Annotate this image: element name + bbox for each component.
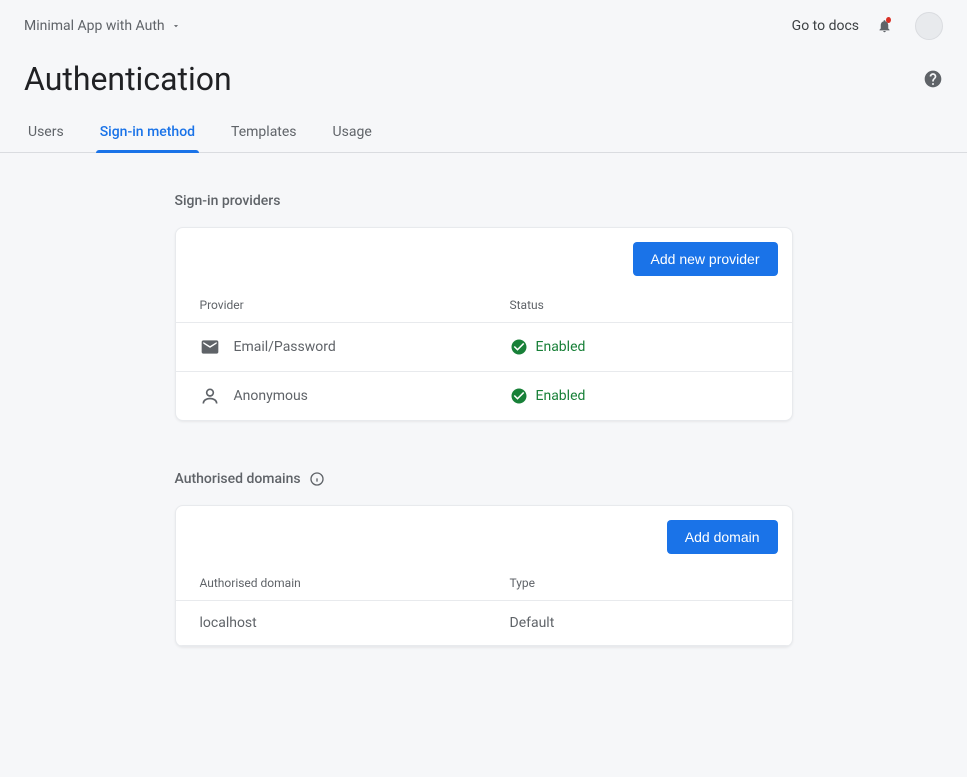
- user-avatar[interactable]: [915, 12, 943, 40]
- help-icon[interactable]: [923, 69, 943, 89]
- domain-row[interactable]: localhost Default: [176, 601, 792, 646]
- check-circle-icon: [510, 387, 528, 405]
- section-header-domains: Authorised domains: [175, 471, 793, 487]
- tab-sign-in-method[interactable]: Sign-in method: [96, 114, 199, 152]
- app-header: Minimal App with Auth Go to docs: [0, 0, 967, 48]
- notifications-icon[interactable]: [877, 16, 897, 36]
- tab-users[interactable]: Users: [24, 114, 68, 152]
- section-title: Sign-in providers: [175, 193, 281, 209]
- tab-usage[interactable]: Usage: [329, 114, 376, 152]
- domains-table-head: Authorised domain Type: [176, 568, 792, 601]
- provider-name: Email/Password: [234, 339, 336, 355]
- add-domain-button[interactable]: Add domain: [667, 520, 778, 554]
- col-type: Type: [510, 576, 768, 590]
- domain-type: Default: [510, 615, 768, 631]
- check-circle-icon: [510, 338, 528, 356]
- domain-name: localhost: [200, 615, 510, 631]
- tab-templates[interactable]: Templates: [227, 114, 301, 152]
- col-provider: Provider: [200, 298, 510, 312]
- page-title-row: Authentication: [0, 48, 967, 114]
- provider-name: Anonymous: [234, 388, 308, 404]
- col-domain: Authorised domain: [200, 576, 510, 590]
- section-title: Authorised domains: [175, 471, 301, 487]
- info-icon[interactable]: [309, 471, 325, 487]
- providers-table-head: Provider Status: [176, 290, 792, 323]
- provider-row-email[interactable]: Email/Password Enabled: [176, 323, 792, 372]
- domains-card: Add domain Authorised domain Type localh…: [175, 505, 793, 647]
- col-status: Status: [510, 298, 768, 312]
- tabs: Users Sign-in method Templates Usage: [0, 114, 967, 153]
- status-label: Enabled: [536, 388, 586, 404]
- status-label: Enabled: [536, 339, 586, 355]
- project-name: Minimal App with Auth: [24, 18, 165, 34]
- content: Sign-in providers Add new provider Provi…: [0, 153, 967, 777]
- docs-link[interactable]: Go to docs: [792, 18, 859, 34]
- add-provider-button[interactable]: Add new provider: [633, 242, 778, 276]
- project-selector[interactable]: Minimal App with Auth: [24, 18, 181, 34]
- provider-row-anonymous[interactable]: Anonymous Enabled: [176, 372, 792, 420]
- person-icon: [200, 386, 220, 406]
- page-title: Authentication: [24, 60, 232, 98]
- chevron-down-icon: [171, 21, 181, 31]
- email-icon: [200, 337, 220, 357]
- card-top: Add domain: [176, 506, 792, 568]
- card-top: Add new provider: [176, 228, 792, 290]
- section-header-providers: Sign-in providers: [175, 193, 793, 209]
- providers-card: Add new provider Provider Status Email/P…: [175, 227, 793, 421]
- header-right: Go to docs: [792, 12, 943, 40]
